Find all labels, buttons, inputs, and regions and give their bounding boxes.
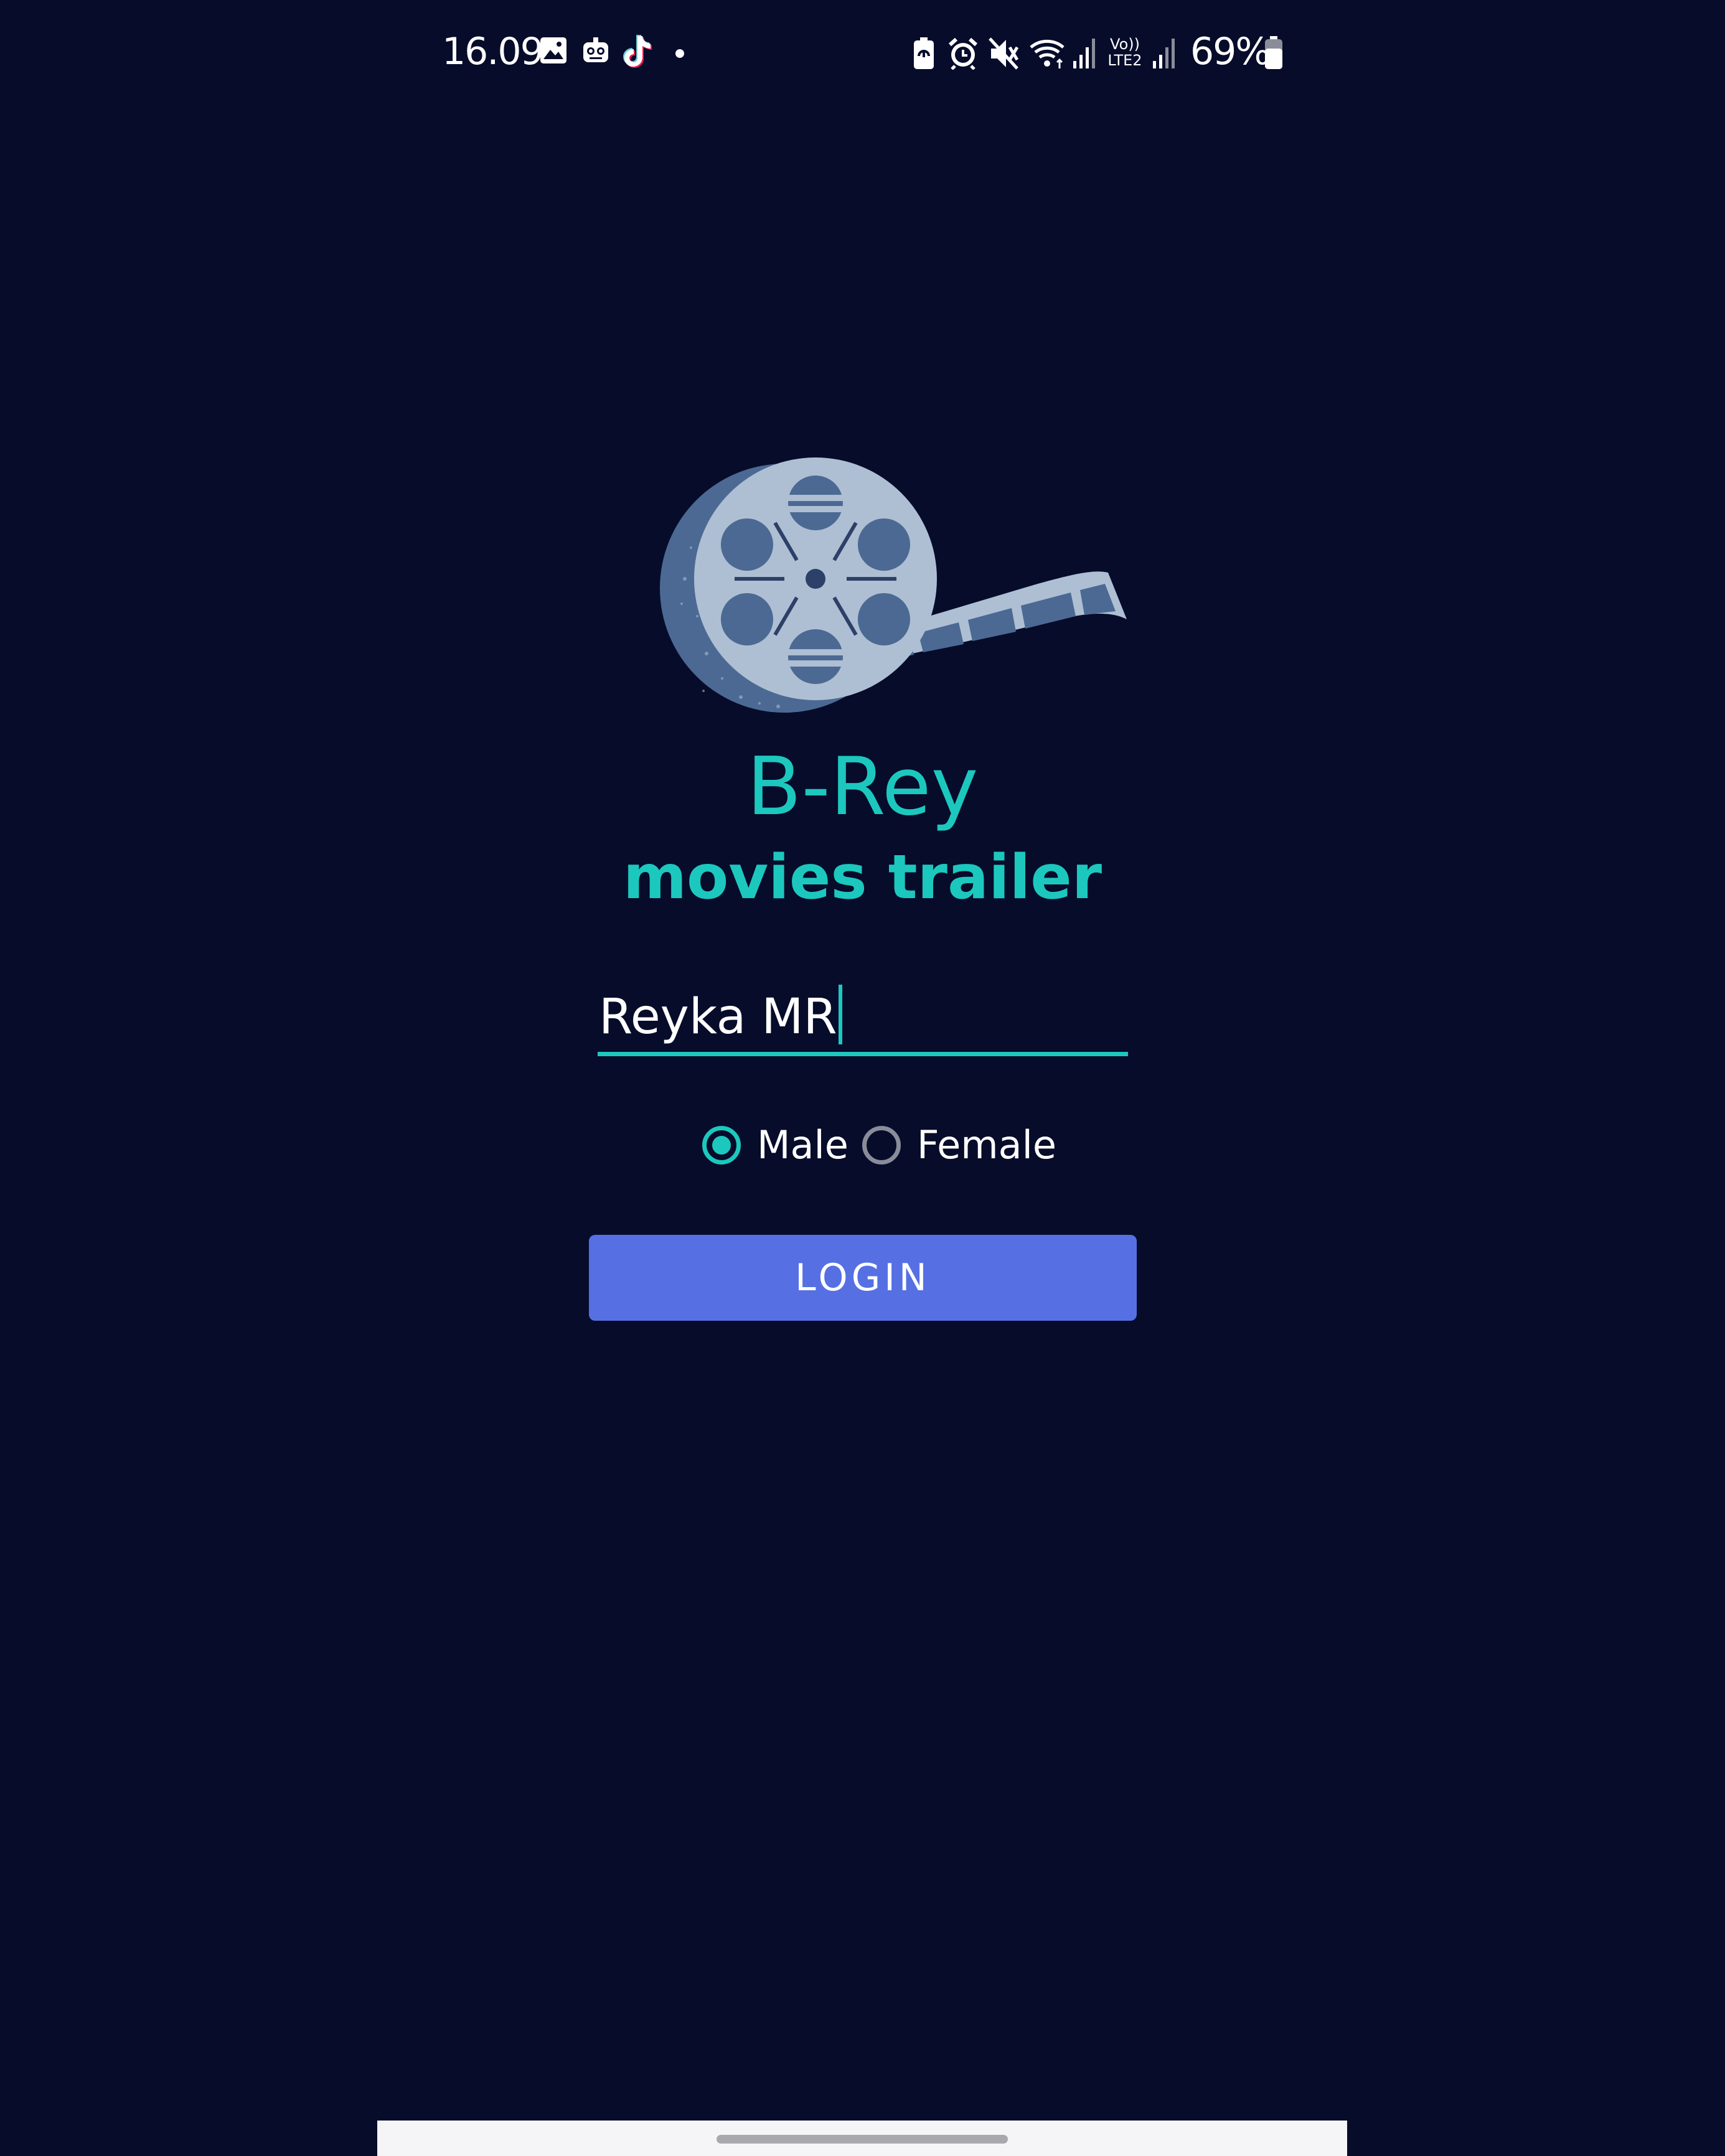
volte-label: Vo)) xyxy=(1110,35,1140,53)
wifi-icon xyxy=(1030,39,1065,68)
bot-icon xyxy=(583,37,608,62)
name-input[interactable]: Reyka MR xyxy=(598,971,1128,1056)
battery-icon xyxy=(1265,36,1282,69)
tiktok-icon xyxy=(623,35,652,68)
film-reel-icon xyxy=(660,457,1127,713)
volte-lte2-icon: Vo)) LTE2 xyxy=(1106,36,1144,71)
radio-male-label: Male xyxy=(757,1122,848,1168)
status-time: 16.09 xyxy=(442,30,544,73)
login-screen: 16.09 Vo)) LTE2 69% B-Rey movies trailer… xyxy=(0,0,1725,2156)
radio-female-label: Female xyxy=(916,1122,1057,1168)
gender-radio-group: Male Female xyxy=(702,1120,1056,1170)
signal-icon xyxy=(1073,39,1095,68)
navigation-bar xyxy=(377,2121,1347,2156)
battery-saver-icon xyxy=(914,37,934,69)
name-input-text: Reyka MR xyxy=(599,989,837,1045)
signal-2-icon xyxy=(1153,39,1175,68)
radio-female-circle[interactable] xyxy=(862,1126,901,1165)
mute-icon xyxy=(989,37,1019,70)
app-title: B-Rey xyxy=(746,741,979,833)
alarm-icon xyxy=(948,37,978,70)
dot-icon xyxy=(675,49,684,58)
status-bar: 16.09 Vo)) LTE2 69% xyxy=(0,0,1725,106)
radio-female[interactable]: Female xyxy=(862,1120,1056,1170)
battery-percent: 69% xyxy=(1190,30,1271,73)
login-button[interactable]: LOGIN xyxy=(589,1235,1137,1321)
app-subtitle: movies trailer xyxy=(623,842,1102,913)
lte-label: LTE2 xyxy=(1107,52,1142,69)
home-indicator[interactable] xyxy=(717,2135,1008,2144)
radio-male[interactable]: Male xyxy=(702,1120,848,1170)
gallery-icon xyxy=(540,37,566,63)
name-input-value: Reyka MR xyxy=(599,985,842,1048)
radio-male-circle[interactable] xyxy=(702,1126,741,1165)
text-cursor xyxy=(838,985,842,1044)
